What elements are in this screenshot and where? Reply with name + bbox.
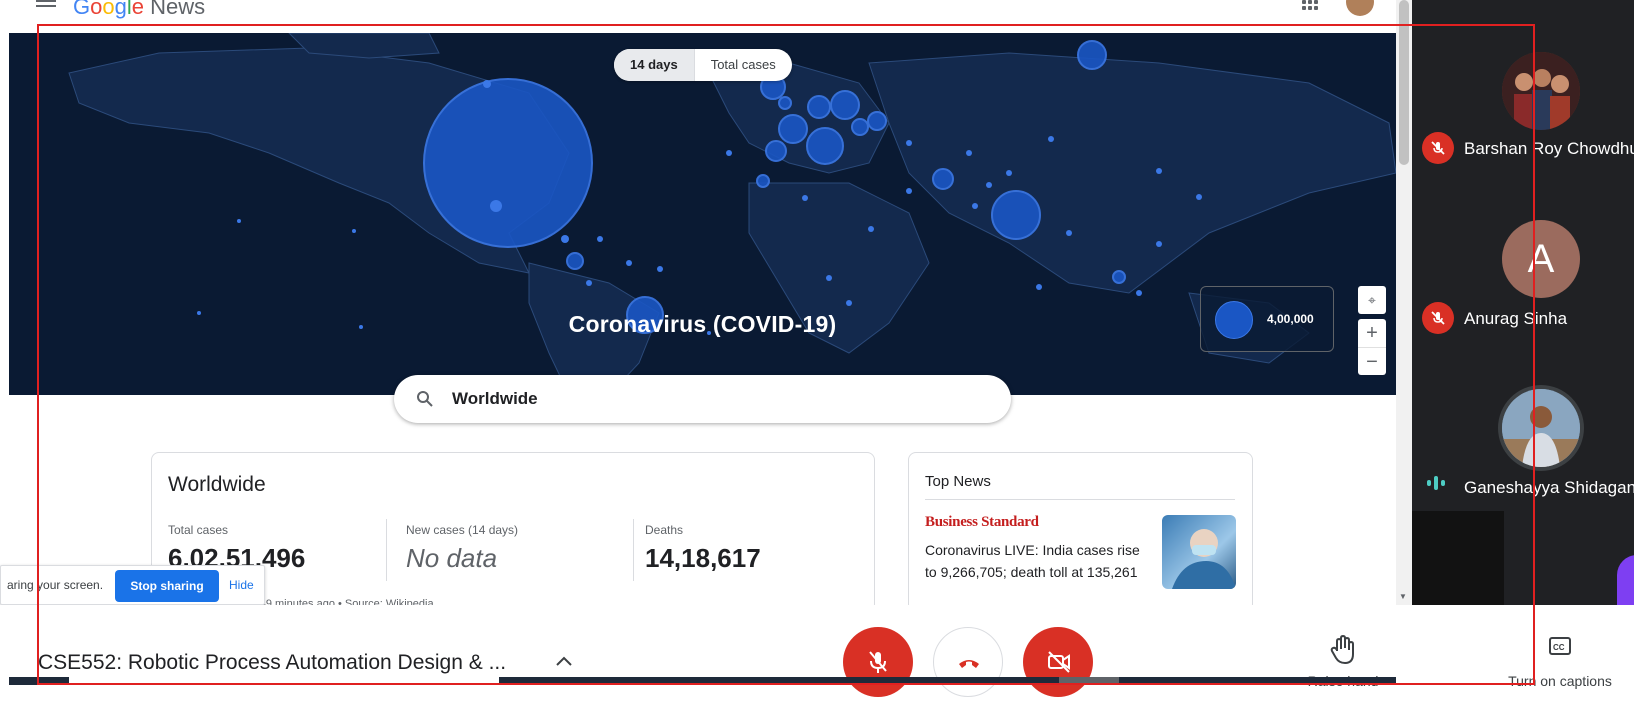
svg-text:CC: CC: [1553, 643, 1565, 652]
search-value: Worldwide: [452, 389, 538, 408]
news-headline-link[interactable]: Coronavirus LIVE: India cases rise to 9,…: [925, 539, 1140, 583]
stop-sharing-button[interactable]: Stop sharing: [115, 570, 219, 602]
top-news-card: Top News Business Standard Coronavirus L…: [908, 452, 1253, 612]
mic-off-icon: [869, 651, 887, 673]
participant-name: Ganeshayya Shidagan: [1464, 478, 1634, 497]
deaths-value: 14,18,617: [645, 543, 761, 573]
strip-segment: [69, 677, 499, 685]
closed-captions-icon: CC: [1549, 637, 1571, 655]
screen-share-banner: aring your screen. Stop sharing Hide: [0, 565, 265, 605]
legend-bubble: [1215, 301, 1253, 339]
stats-title: Worldwide: [168, 473, 266, 496]
google-apps-icon[interactable]: [1302, 0, 1318, 10]
news-source-logo[interactable]: Business Standard: [925, 514, 1039, 531]
hamburger-menu-icon[interactable]: [36, 0, 56, 12]
scrollbar-thumb[interactable]: [1399, 0, 1409, 165]
map-title: Coronavirus (COVID-19): [568, 311, 837, 337]
group-photo: [1502, 52, 1580, 130]
participant-avatar: [1502, 52, 1580, 130]
scroll-down-arrow-icon[interactable]: ▼: [1399, 592, 1407, 601]
news-thumbnail[interactable]: [1162, 515, 1236, 589]
microphone-toggle-button[interactable]: [843, 627, 913, 697]
world-map-graphic: [68, 33, 1396, 395]
divider: [633, 519, 634, 581]
top-news-title: Top News: [925, 473, 991, 490]
google-news-topbar: Google News: [0, 0, 1412, 33]
camera-off-icon: [1048, 651, 1070, 673]
toggle-14-days[interactable]: 14 days: [614, 49, 695, 81]
zoom-out-button[interactable]: −: [1358, 347, 1386, 375]
muted-mic-icon: [1422, 132, 1454, 164]
divider: [386, 519, 387, 581]
map-period-toggle: 14 days Total cases: [614, 49, 792, 81]
screen: Google News 14 days Total cases Coronavi…: [0, 0, 1634, 711]
chevron-up-icon[interactable]: [554, 654, 574, 668]
total-cases-label: Total cases: [168, 523, 229, 537]
presentation-strip: [9, 677, 1396, 685]
page-scrollbar[interactable]: ▼: [1396, 0, 1412, 605]
participant-avatar: A: [1502, 220, 1580, 298]
covid-world-map[interactable]: 14 days Total cases Coronavirus (COVID-1…: [9, 33, 1396, 395]
hide-banner-link[interactable]: Hide: [229, 578, 254, 592]
leave-call-button[interactable]: [933, 627, 1003, 697]
self-view-tile[interactable]: [1412, 511, 1504, 607]
speaking-indicator-icon: [1426, 475, 1448, 496]
divider: [925, 499, 1235, 500]
participant-name: Anurag Sinha: [1464, 309, 1568, 328]
google-news-logo[interactable]: Google News: [73, 0, 205, 20]
captions-button[interactable]: CC Turn on captions: [1500, 635, 1620, 689]
search-icon: [417, 391, 433, 407]
deaths-label: Deaths: [645, 523, 684, 537]
account-avatar[interactable]: [1346, 0, 1374, 16]
location-search-input[interactable]: Worldwide: [394, 375, 1011, 423]
meet-control-bar: CSE552: Robotic Process Automation Desig…: [0, 605, 1634, 711]
new-cases-value: No data: [406, 543, 498, 573]
participant-tile[interactable]: A Anurag Sinha: [1412, 218, 1634, 368]
map-legend: 4,00,000: [1200, 286, 1334, 352]
meeting-title[interactable]: CSE552: Robotic Process Automation Desig…: [38, 651, 506, 675]
new-cases-stat: New cases (14 days) No data: [406, 523, 518, 574]
camera-toggle-button[interactable]: [1023, 627, 1093, 697]
captions-label: Turn on captions: [1508, 673, 1612, 689]
my-location-icon[interactable]: ⌖: [1358, 286, 1386, 314]
hang-up-icon: [959, 660, 979, 668]
strip-segment: [1059, 677, 1119, 685]
participant-name: Barshan Roy Chowdhu: [1464, 139, 1634, 158]
participant-tile[interactable]: Barshan Roy Chowdhu: [1412, 48, 1634, 198]
person-photo: [1502, 389, 1580, 467]
muted-mic-icon: [1422, 302, 1454, 334]
hand-icon: [1330, 635, 1354, 664]
doctor-image: [1172, 529, 1236, 589]
share-message: aring your screen.: [7, 578, 104, 592]
legend-value: 4,00,000: [1267, 312, 1314, 326]
participant-avatar: [1502, 389, 1580, 467]
new-cases-label: New cases (14 days): [406, 523, 519, 537]
zoom-in-button[interactable]: +: [1358, 319, 1386, 347]
toggle-total-cases[interactable]: Total cases: [695, 49, 792, 81]
deaths-stat: Deaths 14,18,617: [645, 523, 761, 574]
